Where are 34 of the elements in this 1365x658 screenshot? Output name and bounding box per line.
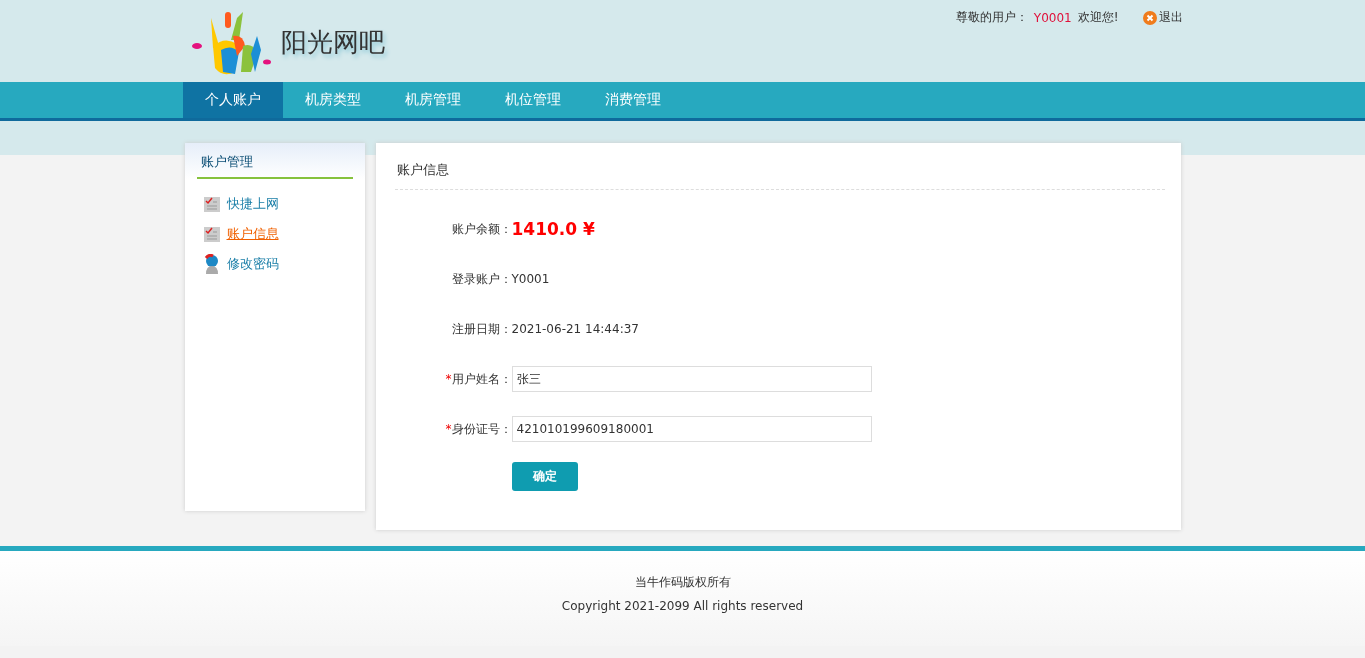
field-label: 账户余额： (451, 220, 512, 238)
sidebar-title: 账户管理 (196, 153, 353, 179)
field-label: 注册日期： (451, 320, 512, 338)
username-text: Y0001 (1033, 10, 1072, 25)
nav-tab[interactable]: 个人账户 (182, 82, 283, 118)
user-icon (202, 254, 221, 274)
site-logo-text: 阳光网吧 (280, 25, 385, 59)
confirm-button[interactable]: 确定 (511, 462, 578, 491)
close-icon (1142, 10, 1157, 25)
panel-title: 账户信息 (394, 143, 1165, 190)
field-label: 登录账户： (451, 270, 512, 288)
logout-link[interactable]: 退出 (1142, 9, 1183, 26)
sidebar-link[interactable]: 账户信息 (202, 223, 365, 245)
field-label: 身份证号： (451, 420, 512, 438)
nav-tab[interactable]: 机位管理 (482, 82, 583, 118)
checklist-icon (202, 195, 221, 213)
nav-tab[interactable]: 机房类型 (282, 82, 383, 118)
sidebar-link[interactable]: 修改密码 (202, 253, 365, 275)
balance-value: 1410.0 ¥ (511, 219, 596, 239)
required-mark: * (445, 372, 452, 386)
sidebar-link[interactable]: 快捷上网 (202, 193, 365, 215)
greeting-text: 尊敬的用户： (955, 9, 1028, 26)
nav-tab[interactable]: 消费管理 (582, 82, 683, 118)
input-field[interactable]: 421010199609180001 (511, 416, 872, 442)
footer-text: 当牛作码版权所有 (634, 574, 731, 591)
required-mark: * (445, 422, 452, 436)
input-field[interactable]: 张三 (511, 366, 872, 392)
checklist-icon (202, 225, 221, 243)
field-label: 用户姓名： (451, 370, 512, 388)
field-value: 2021-06-21 14:44:37 (511, 322, 640, 336)
welcome-text: 欢迎您! (1077, 9, 1119, 26)
footer-text: Copyright 2021-2099 All rights reserved (561, 599, 804, 613)
field-value: Y0001 (511, 272, 551, 286)
nav-tab[interactable]: 机房管理 (382, 82, 483, 118)
